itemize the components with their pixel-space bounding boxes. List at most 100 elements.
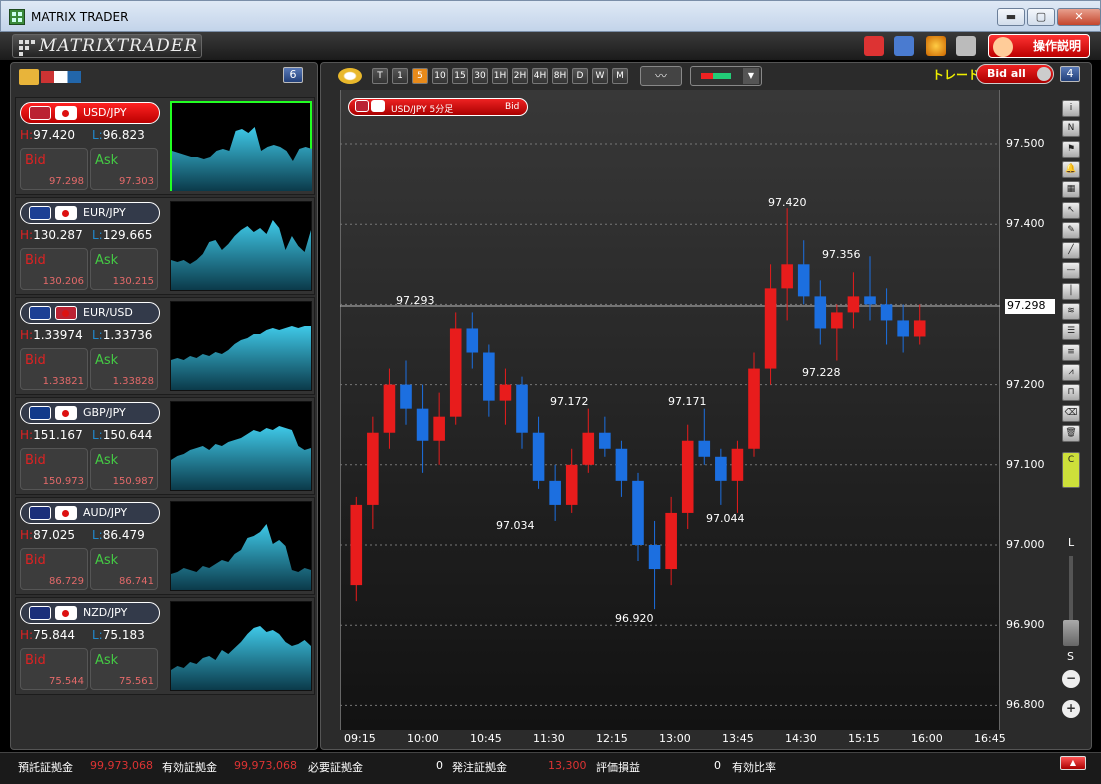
- cursor-icon[interactable]: ↖: [1062, 201, 1080, 219]
- y-tick-label: 97.100: [1006, 457, 1045, 471]
- timeframe-button[interactable]: D: [572, 68, 588, 84]
- timeframe-button[interactable]: T: [372, 68, 388, 84]
- bid-button[interactable]: Bid 150.973: [20, 448, 88, 490]
- ask-button[interactable]: Ask 75.561: [90, 648, 158, 690]
- ask-button[interactable]: Ask 150.987: [90, 448, 158, 490]
- pair-label[interactable]: EUR/JPY: [20, 202, 160, 224]
- minimize-button[interactable]: ▬: [997, 8, 1025, 26]
- trade-label: トレード: [932, 68, 981, 82]
- maximize-button[interactable]: ▢: [1027, 8, 1055, 26]
- info-icon[interactable]: i: [1062, 100, 1080, 117]
- zoom-handle[interactable]: [1063, 620, 1079, 646]
- folder-icon[interactable]: [19, 69, 39, 85]
- ask-button[interactable]: Ask 1.33828: [90, 348, 158, 390]
- price-annotation: 97.044: [706, 512, 745, 525]
- ask-button[interactable]: Ask 97.303: [90, 148, 158, 190]
- pair-count-badge[interactable]: 6: [283, 67, 303, 83]
- horizontal-line-icon[interactable]: —: [1062, 262, 1080, 280]
- timeframe-button[interactable]: 8H: [552, 68, 568, 84]
- fibonacci-icon[interactable]: ≋: [1062, 303, 1080, 320]
- price-annotation: 97.172: [550, 395, 589, 408]
- pitchfork-icon[interactable]: ⊓: [1062, 384, 1080, 402]
- pair-card-audjpy[interactable]: AUD/JPY H:87.025 L:86.479 Bid 86.729 Ask…: [15, 497, 315, 595]
- zoom-search-icon[interactable]: [338, 68, 362, 84]
- vertical-line-icon[interactable]: │: [1062, 282, 1080, 300]
- timeframe-button[interactable]: 5: [412, 68, 428, 84]
- zoom-out-icon[interactable]: −: [1062, 670, 1080, 688]
- timeframe-button[interactable]: 2H: [512, 68, 528, 84]
- bid-button[interactable]: Bid 97.298: [20, 148, 88, 190]
- ask-price: 75.561: [118, 676, 154, 687]
- eraser-icon[interactable]: ⌫: [1062, 404, 1080, 422]
- pair-card-gbpjpy[interactable]: GBP/JPY H:151.167 L:150.644 Bid 150.973 …: [15, 397, 315, 495]
- chart-count-badge[interactable]: 4: [1060, 66, 1080, 82]
- chart-style-dropdown[interactable]: ▼: [690, 66, 762, 86]
- ask-button[interactable]: Ask 86.741: [90, 548, 158, 590]
- pair-label[interactable]: NZD/JPY: [20, 602, 160, 624]
- candle-body: [367, 432, 379, 505]
- mini-chart[interactable]: [170, 301, 312, 391]
- bid-button[interactable]: Bid 130.206: [20, 248, 88, 290]
- parallel-icon[interactable]: ≡: [1062, 343, 1080, 361]
- candle-body: [599, 432, 611, 449]
- toolbox-icon[interactable]: [864, 36, 884, 56]
- timeframe-button[interactable]: M: [612, 68, 628, 84]
- bid-button[interactable]: Bid 75.544: [20, 648, 88, 690]
- pair-card-nzdjpy[interactable]: NZD/JPY H:75.844 L:75.183 Bid 75.544 Ask…: [15, 597, 315, 695]
- close-button[interactable]: ✕: [1057, 8, 1101, 26]
- timeframe-button[interactable]: 15: [452, 68, 468, 84]
- low-value: L:129.665: [92, 228, 153, 242]
- fan-icon[interactable]: ⩘: [1062, 363, 1080, 381]
- alert-flag-icon[interactable]: ⚑: [1062, 140, 1080, 158]
- timeframe-button[interactable]: 1: [392, 68, 408, 84]
- legend-side: Bid: [505, 102, 520, 112]
- bell-icon[interactable]: 🔔: [1062, 160, 1080, 178]
- low-value: L:96.823: [92, 128, 145, 142]
- trash-icon[interactable]: 🗑: [1062, 424, 1080, 442]
- channel-icon[interactable]: ☰: [1062, 323, 1080, 341]
- x-tick-label: 11:30: [533, 732, 565, 745]
- expand-up-icon[interactable]: ▲: [1060, 756, 1086, 770]
- timeframe-button[interactable]: 30: [472, 68, 488, 84]
- pair-card-eurusd[interactable]: EUR/USD H:1.33974 L:1.33736 Bid 1.33821 …: [15, 297, 315, 395]
- candle-body: [350, 504, 363, 586]
- pair-label[interactable]: AUD/JPY: [20, 502, 160, 524]
- pair-card-usdjpy[interactable]: USD/JPY H:97.420 L:96.823 Bid 97.298 Ask…: [15, 97, 315, 195]
- print-icon[interactable]: [956, 36, 976, 56]
- indicator-icon[interactable]: ▦: [1062, 181, 1080, 199]
- pencil-icon[interactable]: ✎: [1062, 221, 1080, 239]
- pair-label[interactable]: EUR/USD: [20, 302, 160, 324]
- mini-chart[interactable]: [170, 501, 312, 591]
- ask-label: Ask: [95, 353, 119, 368]
- news-icon[interactable]: N: [1062, 120, 1080, 138]
- pair-label[interactable]: GBP/JPY: [20, 402, 160, 424]
- mini-chart[interactable]: [170, 201, 312, 291]
- palette-icon[interactable]: [926, 36, 946, 56]
- flag-quote-icon: [55, 606, 77, 620]
- chart-type-button[interactable]: 〰: [640, 66, 682, 86]
- ask-button[interactable]: Ask 130.215: [90, 248, 158, 290]
- timeframe-button[interactable]: 4H: [532, 68, 548, 84]
- pair-label[interactable]: USD/JPY: [20, 102, 160, 124]
- low-value: L:86.479: [92, 528, 145, 542]
- trendline-icon[interactable]: ╱: [1062, 242, 1080, 260]
- help-button[interactable]: 操作説明: [988, 34, 1090, 58]
- timeframe-button[interactable]: W: [592, 68, 608, 84]
- timeframe-button[interactable]: 10: [432, 68, 448, 84]
- mini-chart[interactable]: [170, 401, 312, 491]
- candle-body: [880, 304, 893, 321]
- save-icon[interactable]: [894, 36, 914, 56]
- app-toolbar: MATRIXTRADER 操作説明: [0, 32, 1101, 60]
- color-button[interactable]: C: [1062, 452, 1080, 488]
- mini-chart[interactable]: [170, 601, 312, 691]
- mini-chart[interactable]: [170, 101, 312, 191]
- bid-button[interactable]: Bid 86.729: [20, 548, 88, 590]
- account-value: 0: [436, 759, 443, 772]
- pair-card-eurjpy[interactable]: EUR/JPY H:130.287 L:129.665 Bid 130.206 …: [15, 197, 315, 295]
- timeframe-button[interactable]: 1H: [492, 68, 508, 84]
- bid-all-toggle[interactable]: Bid all: [976, 64, 1054, 84]
- zoom-in-icon[interactable]: +: [1062, 700, 1080, 718]
- candle-body: [449, 328, 462, 417]
- candle-body: [383, 384, 396, 433]
- bid-button[interactable]: Bid 1.33821: [20, 348, 88, 390]
